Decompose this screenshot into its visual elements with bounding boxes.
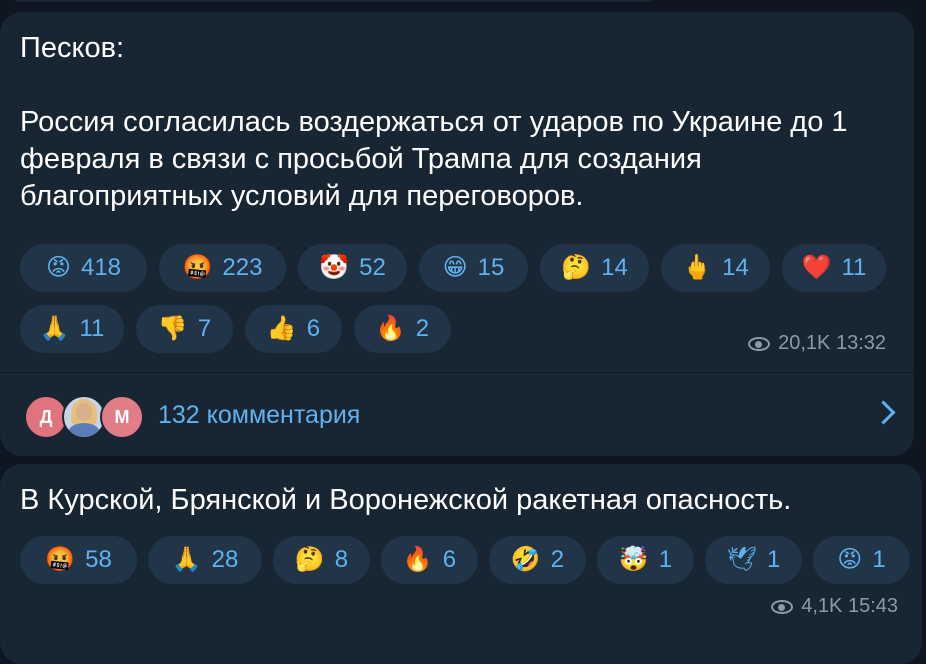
- clown-face-icon: 🤡: [319, 254, 350, 281]
- reactions-row: 🤬 58 🙏 28 🤔 8 🔥 6 🤣 2 🤯 1 🕊 1 😡 1: [20, 536, 910, 584]
- reaction-count: 2: [415, 315, 430, 342]
- thumbs-up-icon: 👍: [266, 315, 297, 342]
- middle-finger-icon: 🖕: [682, 254, 713, 281]
- reaction-fire[interactable]: 🔥 2: [354, 305, 451, 353]
- reaction-cursing[interactable]: 🤬 223: [159, 244, 286, 292]
- reaction-pray[interactable]: 🙏 28: [148, 536, 262, 584]
- reactions-row: 🙏 11 👎 7 👍 6 🔥 2: [20, 305, 451, 353]
- avatar: М: [100, 395, 144, 439]
- reaction-count: 6: [442, 546, 457, 573]
- thinking-face-icon: 🤔: [561, 254, 592, 281]
- thumbs-down-icon: 👎: [157, 315, 188, 342]
- fire-icon: 🔥: [375, 315, 406, 342]
- reaction-count: 11: [841, 254, 867, 281]
- views-time: 4,1K 15:43: [801, 595, 898, 617]
- fire-icon: 🔥: [402, 546, 433, 573]
- reaction-thinking[interactable]: 🤔 8: [273, 536, 370, 584]
- reaction-count: 1: [658, 546, 673, 573]
- reaction-count: 8: [334, 546, 349, 573]
- reaction-rofl[interactable]: 🤣 2: [489, 536, 586, 584]
- heart-icon: ❤️: [801, 254, 832, 281]
- reaction-cursing[interactable]: 🤬 58: [20, 536, 137, 584]
- reaction-count: 418: [80, 254, 122, 281]
- rolling-laughing-icon: 🤣: [510, 546, 541, 573]
- cursing-face-icon: 🤬: [182, 254, 213, 281]
- reaction-angry[interactable]: 😡 1: [813, 536, 910, 584]
- reaction-count: 15: [477, 254, 505, 281]
- reaction-middle-finger[interactable]: 🖕 14: [661, 244, 770, 292]
- post-meta: 4,1K 15:43: [771, 595, 898, 618]
- post-meta: 20,1K 13:32: [748, 332, 886, 355]
- chevron-right-icon: [871, 400, 896, 425]
- channel-post: Песков: Россия согласилась воздержаться …: [0, 12, 914, 456]
- reaction-thumbs-down[interactable]: 👎 7: [136, 305, 233, 353]
- reaction-heart[interactable]: ❤️ 11: [782, 244, 886, 292]
- reaction-count: 14: [722, 254, 749, 281]
- reaction-count: 52: [359, 254, 386, 281]
- grinning-face-icon: 😁: [442, 254, 468, 281]
- eye-icon: [771, 599, 794, 614]
- post-text: Песков: Россия согласилась воздержаться …: [20, 32, 848, 212]
- previous-message-bubble: [0, 0, 666, 2]
- reaction-count: 58: [85, 546, 112, 573]
- reaction-count: 2: [550, 546, 565, 573]
- folded-hands-icon: 🙏: [39, 315, 70, 342]
- reaction-thumbs-up[interactable]: 👍 6: [245, 305, 342, 353]
- angry-face-icon: 😡: [45, 254, 71, 281]
- reaction-count: 223: [222, 254, 263, 281]
- cursing-face-icon: 🤬: [45, 546, 76, 573]
- post-text: В Курской, Брянской и Воронежской ракетн…: [20, 484, 792, 516]
- channel-post: В Курской, Брянской и Воронежской ракетн…: [0, 464, 922, 664]
- views-time: 20,1K 13:32: [778, 332, 886, 354]
- comments-label: 132 комментария: [158, 400, 361, 429]
- reaction-count: 11: [79, 315, 105, 342]
- reaction-count: 6: [306, 315, 321, 342]
- commenter-avatars: Д М: [24, 391, 154, 439]
- reaction-count: 14: [601, 254, 628, 281]
- reaction-thinking[interactable]: 🤔 14: [540, 244, 649, 292]
- reaction-count: 1: [767, 546, 781, 573]
- divider: [0, 372, 914, 373]
- folded-hands-icon: 🙏: [171, 546, 202, 573]
- reaction-fire[interactable]: 🔥 6: [381, 536, 478, 584]
- reaction-count: 7: [197, 315, 212, 342]
- eye-icon: [748, 336, 771, 351]
- reaction-grin[interactable]: 😁 15: [419, 244, 528, 292]
- reaction-count: 28: [211, 546, 239, 573]
- reaction-clown[interactable]: 🤡 52: [298, 244, 407, 292]
- thinking-face-icon: 🤔: [294, 546, 325, 573]
- reaction-mind-blown[interactable]: 🤯 1: [597, 536, 694, 584]
- dove-icon: 🕊: [726, 546, 758, 573]
- reactions-row: 😡 418 🤬 223 🤡 52 😁 15 🤔 14 🖕 14 ❤️ 11: [20, 244, 886, 292]
- comments-bar[interactable]: Д М 132 комментария: [0, 374, 914, 456]
- exploding-head-icon: 🤯: [618, 546, 649, 573]
- reaction-pray[interactable]: 🙏 11: [20, 305, 124, 353]
- reaction-count: 1: [872, 546, 886, 573]
- reaction-dove[interactable]: 🕊 1: [705, 536, 802, 584]
- angry-face-icon: 😡: [837, 546, 863, 573]
- reaction-angry[interactable]: 😡 418: [20, 244, 147, 292]
